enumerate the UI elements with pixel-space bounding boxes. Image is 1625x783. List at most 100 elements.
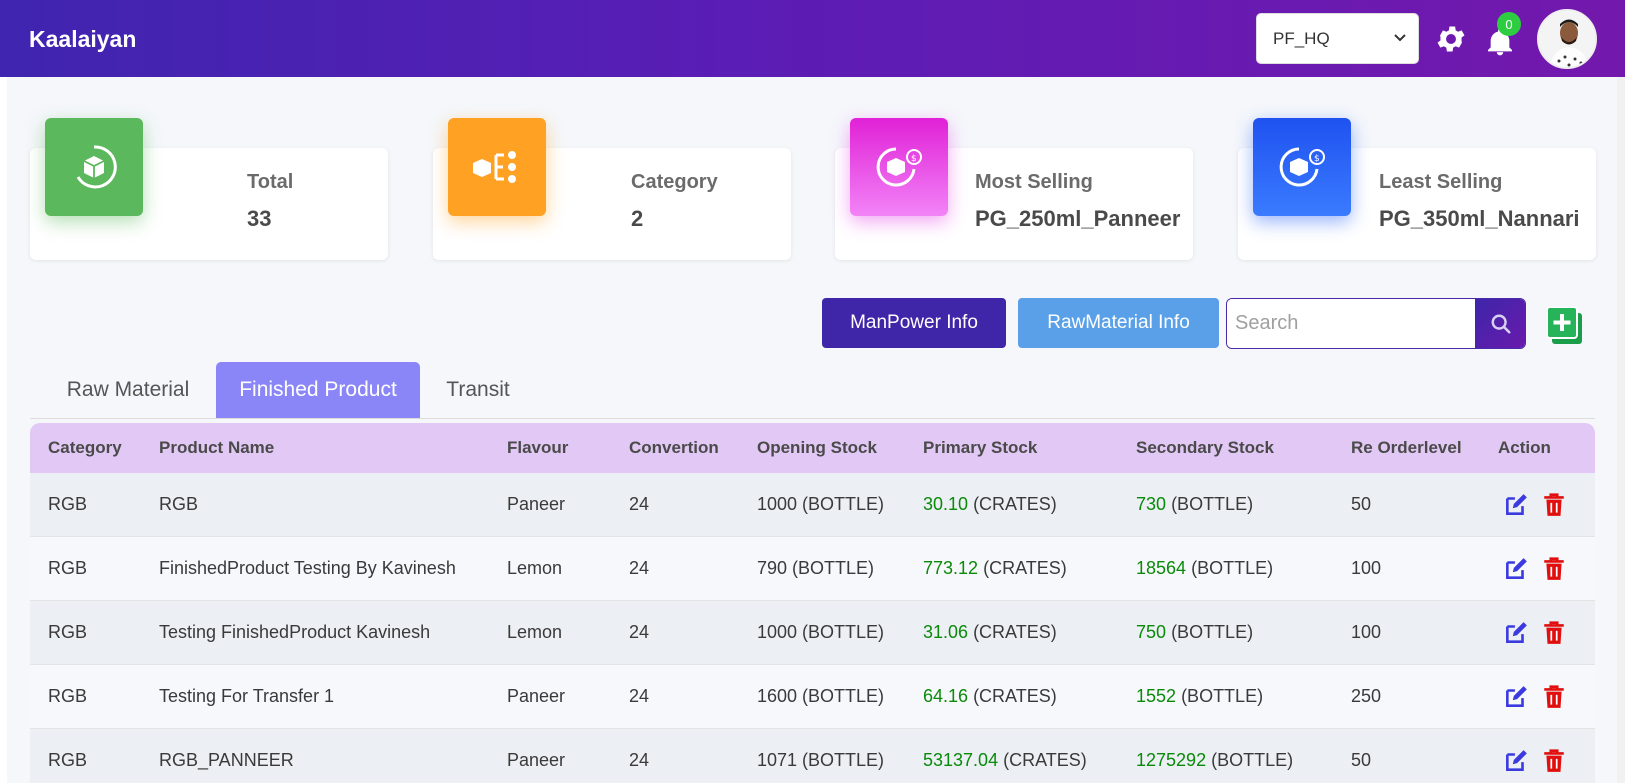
table-row[interactable]: RGB RGB Paneer 24 1000 (BOTTLE) 30.10 (C… bbox=[30, 473, 1595, 537]
col-category[interactable]: Category bbox=[48, 438, 122, 458]
secondary-stock-unit: (BOTTLE) bbox=[1211, 750, 1294, 770]
trash-icon[interactable] bbox=[1541, 748, 1567, 774]
secondary-stock-unit: (BOTTLE) bbox=[1171, 494, 1254, 514]
cell-product-name: Testing FinishedProduct Kavinesh bbox=[159, 622, 431, 642]
cell-primary-stock: 773.12 (CRATES) bbox=[923, 558, 1067, 579]
secondary-stock-value: 750 bbox=[1136, 622, 1167, 642]
edit-icon[interactable] bbox=[1503, 748, 1529, 774]
tab-finished-product[interactable]: Finished Product bbox=[216, 362, 420, 418]
trash-icon[interactable] bbox=[1541, 620, 1567, 646]
top-navbar: Kaalaiyan PF_HQ 0 bbox=[0, 0, 1625, 77]
primary-stock-unit: (CRATES) bbox=[973, 622, 1057, 642]
secondary-stock-value: 18564 bbox=[1136, 558, 1187, 578]
trash-icon[interactable] bbox=[1541, 684, 1567, 710]
chevron-down-icon bbox=[1394, 34, 1406, 42]
tab-raw-material[interactable]: Raw Material bbox=[44, 362, 212, 418]
cell-opening-stock: 1000 (BOTTLE) bbox=[757, 622, 885, 642]
trash-icon[interactable] bbox=[1541, 492, 1567, 518]
secondary-stock-unit: (BOTTLE) bbox=[1171, 622, 1254, 642]
cell-convertion: 24 bbox=[629, 750, 650, 770]
primary-stock-value: 64.16 bbox=[923, 686, 969, 706]
cell-category: RGB bbox=[48, 494, 88, 514]
cell-flavour: Paneer bbox=[507, 686, 566, 706]
cell-category: RGB bbox=[48, 686, 88, 706]
stat-card-most-selling-icon-box: $ bbox=[850, 118, 948, 216]
edit-icon[interactable] bbox=[1503, 492, 1529, 518]
table-row[interactable]: RGB FinishedProduct Testing By Kavinesh … bbox=[30, 537, 1595, 601]
stat-card-total-icon-box bbox=[45, 118, 143, 216]
primary-stock-unit: (CRATES) bbox=[1003, 750, 1087, 770]
search-button[interactable] bbox=[1475, 299, 1525, 348]
cell-reorder-level: 100 bbox=[1351, 622, 1382, 642]
col-opening-stock[interactable]: Opening Stock bbox=[757, 438, 877, 458]
finished-product-table: Category Product Name Flavour Convertion… bbox=[30, 423, 1595, 783]
edit-icon[interactable] bbox=[1503, 556, 1529, 582]
cube-icon bbox=[76, 145, 117, 189]
col-product-name[interactable]: Product Name bbox=[159, 438, 274, 458]
primary-stock-unit: (CRATES) bbox=[973, 686, 1057, 706]
user-avatar[interactable] bbox=[1537, 9, 1597, 69]
rawmaterial-info-button[interactable]: RawMaterial Info bbox=[1018, 298, 1219, 348]
secondary-stock-unit: (BOTTLE) bbox=[1191, 558, 1274, 578]
cell-category: RGB bbox=[48, 622, 88, 642]
primary-stock-unit: (CRATES) bbox=[973, 494, 1057, 514]
table-row[interactable]: RGB RGB_PANNEER Paneer 24 1071 (BOTTLE) … bbox=[30, 729, 1595, 783]
edit-icon[interactable] bbox=[1503, 684, 1529, 710]
col-convertion[interactable]: Convertion bbox=[629, 438, 719, 458]
search-input[interactable] bbox=[1227, 299, 1475, 348]
stat-value-category: 2 bbox=[631, 206, 644, 231]
cell-secondary-stock: 730 (BOTTLE) bbox=[1136, 494, 1253, 515]
cell-flavour: Lemon bbox=[507, 622, 563, 642]
cell-convertion: 24 bbox=[629, 558, 650, 578]
stat-card-least-selling-icon-box: $ bbox=[1253, 118, 1351, 216]
primary-stock-value: 30.10 bbox=[923, 494, 969, 514]
stat-label-total: Total bbox=[247, 171, 294, 193]
stat-label-least-selling: Least Selling bbox=[1379, 171, 1503, 193]
notification-badge: 0 bbox=[1497, 12, 1521, 36]
primary-stock-unit: (CRATES) bbox=[983, 558, 1067, 578]
secondary-stock-unit: (BOTTLE) bbox=[1181, 686, 1264, 706]
cell-opening-stock: 1071 (BOTTLE) bbox=[757, 750, 885, 770]
table-row[interactable]: RGB Testing FinishedProduct Kavinesh Lem… bbox=[30, 601, 1595, 665]
cell-product-name: RGB_PANNEER bbox=[159, 750, 294, 770]
secondary-stock-value: 1552 bbox=[1136, 686, 1177, 706]
cell-convertion: 24 bbox=[629, 686, 650, 706]
scrollbar[interactable] bbox=[1617, 77, 1625, 783]
box-money-icon: $ bbox=[1279, 147, 1325, 187]
primary-stock-value: 53137.04 bbox=[923, 750, 999, 770]
cell-secondary-stock: 750 (BOTTLE) bbox=[1136, 622, 1253, 643]
table-header: Category Product Name Flavour Convertion… bbox=[30, 423, 1595, 473]
trash-icon[interactable] bbox=[1541, 556, 1567, 582]
col-primary-stock[interactable]: Primary Stock bbox=[923, 438, 1037, 458]
cell-primary-stock: 31.06 (CRATES) bbox=[923, 622, 1057, 643]
manpower-info-button[interactable]: ManPower Info bbox=[822, 298, 1006, 348]
cell-secondary-stock: 1275292 (BOTTLE) bbox=[1136, 750, 1293, 771]
cell-reorder-level: 250 bbox=[1351, 686, 1382, 706]
col-secondary-stock[interactable]: Secondary Stock bbox=[1136, 438, 1274, 458]
col-reorder-level[interactable]: Re Orderlevel bbox=[1351, 438, 1462, 458]
cell-product-name: RGB bbox=[159, 494, 199, 514]
cell-product-name: Testing For Transfer 1 bbox=[159, 686, 335, 706]
cell-category: RGB bbox=[48, 558, 88, 578]
box-money-icon: $ bbox=[876, 147, 922, 187]
stat-card-category-icon-box bbox=[448, 118, 546, 216]
col-flavour[interactable]: Flavour bbox=[507, 438, 568, 458]
secondary-stock-value: 730 bbox=[1136, 494, 1167, 514]
brand-name[interactable]: Kaalaiyan bbox=[29, 26, 136, 53]
gear-icon[interactable] bbox=[1434, 22, 1468, 56]
cell-reorder-level: 50 bbox=[1351, 494, 1372, 514]
edit-icon[interactable] bbox=[1503, 620, 1529, 646]
stat-value-total: 33 bbox=[247, 206, 272, 231]
cell-reorder-level: 100 bbox=[1351, 558, 1382, 578]
add-product-button[interactable] bbox=[1547, 307, 1583, 345]
branch-select[interactable]: PF_HQ bbox=[1256, 13, 1419, 64]
primary-stock-value: 773.12 bbox=[923, 558, 979, 578]
cell-opening-stock: 1600 (BOTTLE) bbox=[757, 686, 885, 706]
search-icon bbox=[1491, 314, 1511, 334]
cell-opening-stock: 790 (BOTTLE) bbox=[757, 558, 875, 578]
stat-label-category: Category bbox=[631, 171, 718, 193]
cell-flavour: Paneer bbox=[507, 494, 566, 514]
tab-transit[interactable]: Transit bbox=[428, 362, 528, 418]
search-box bbox=[1226, 298, 1526, 349]
table-row[interactable]: RGB Testing For Transfer 1 Paneer 24 160… bbox=[30, 665, 1595, 729]
